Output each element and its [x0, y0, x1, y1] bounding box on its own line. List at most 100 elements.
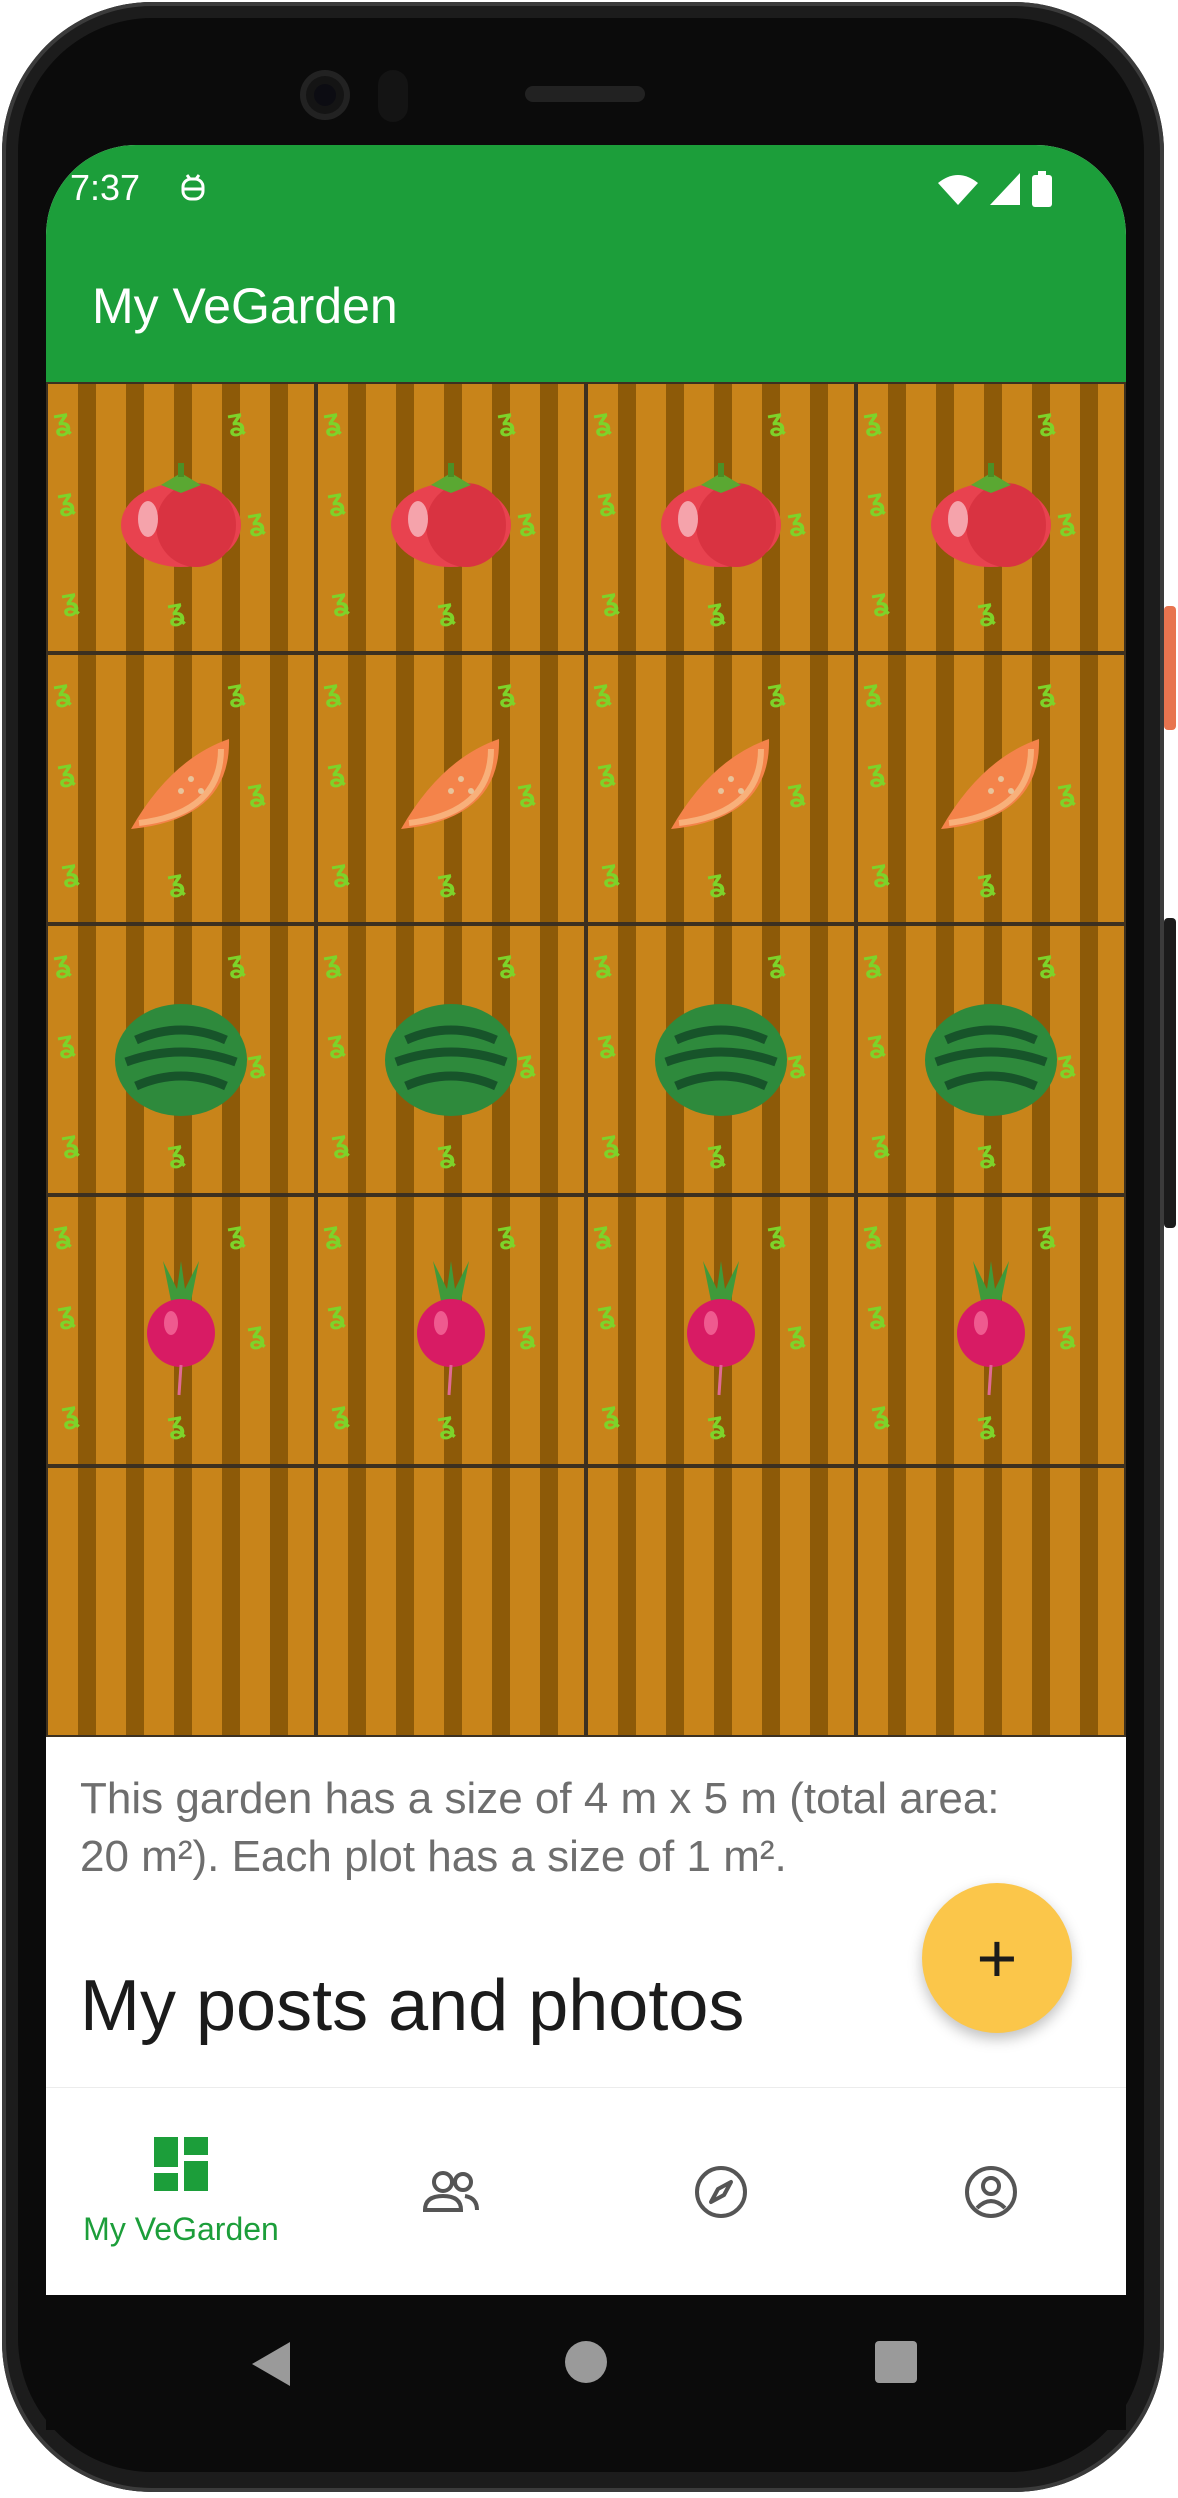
- proximity-sensor: [378, 70, 408, 122]
- status-time: 7:37: [70, 167, 141, 208]
- sprout-decoration: ʓ: [865, 753, 887, 790]
- radish-icon: [417, 1260, 485, 1395]
- sprout-decoration: ʓ: [865, 482, 887, 519]
- sprout-decoration: ʓ: [1055, 502, 1077, 539]
- sprout-decoration: ʓ: [321, 944, 343, 981]
- sprout-decoration: ʓ: [245, 502, 267, 539]
- sprout-decoration: ʓ: [165, 1134, 187, 1171]
- radish-icon: [957, 1260, 1025, 1395]
- sprout-decoration: ʓ: [435, 1134, 457, 1171]
- app-bar: 7:37 My VeGarden: [46, 145, 1126, 382]
- sprout-decoration: ʓ: [785, 502, 807, 539]
- sprout-decoration: ʓ: [591, 402, 613, 439]
- sprout-decoration: ʓ: [515, 502, 537, 539]
- sprout-decoration: ʓ: [225, 1215, 247, 1252]
- garden-plot-watermelon[interactable]: ʓʓʓʓʓʓ: [46, 924, 316, 1195]
- battery-icon: [1032, 171, 1052, 207]
- sprout-decoration: ʓ: [435, 592, 457, 629]
- garden-plot-melon[interactable]: ʓʓʓʓʓʓ: [46, 653, 316, 924]
- sprout-decoration: ʓ: [861, 402, 883, 439]
- sprout-decoration: ʓ: [495, 673, 517, 710]
- sprout-decoration: ʓ: [1055, 1315, 1077, 1352]
- sprout-decoration: ʓ: [59, 1395, 81, 1432]
- sprout-decoration: ʓ: [595, 1295, 617, 1332]
- add-fab-button[interactable]: +: [922, 1883, 1072, 2033]
- garden-plot-melon[interactable]: ʓʓʓʓʓʓ: [586, 653, 856, 924]
- sprout-decoration: ʓ: [329, 1395, 351, 1432]
- tomato-icon: [121, 462, 241, 567]
- garden-plot-empty[interactable]: [46, 1466, 316, 1737]
- sprout-decoration: ʓ: [321, 402, 343, 439]
- sprout-decoration: ʓ: [765, 1215, 787, 1252]
- sprout-decoration: ʓ: [325, 1295, 347, 1332]
- nav-item-explore[interactable]: [586, 2088, 856, 2295]
- sprout-decoration: ʓ: [705, 592, 727, 629]
- sprout-decoration: ʓ: [975, 1405, 997, 1442]
- garden-plot-radish[interactable]: ʓ ʓ ʓ ʓ ʓ ʓ: [316, 1195, 586, 1466]
- sprout-decoration: ʓ: [225, 402, 247, 439]
- sprout-decoration: ʓ: [59, 853, 81, 890]
- sprout-decoration: ʓ: [765, 673, 787, 710]
- watermelon-icon: [115, 1003, 247, 1116]
- sprout-decoration: ʓ: [51, 673, 73, 710]
- garden-plot-tomato[interactable]: ʓ ʓ ʓ ʓ ʓ ʓ: [46, 382, 316, 653]
- sprout-decoration: ʓ: [55, 1295, 77, 1332]
- watermelon-icon: [655, 1003, 787, 1116]
- sprout-decoration: ʓ: [975, 863, 997, 900]
- nav-item-my-vegarden[interactable]: My VeGarden: [46, 2088, 316, 2295]
- garden-plot-tomato[interactable]: ʓ ʓ ʓ ʓ ʓ ʓ: [316, 382, 586, 653]
- sprout-decoration: ʓ: [51, 402, 73, 439]
- sprout-decoration: ʓ: [165, 592, 187, 629]
- garden-plot-empty[interactable]: [316, 1466, 586, 1737]
- garden-grid[interactable]: ʓʓʓʓʓʓʓʓʓʓʓʓʓʓʓʓʓʓʓʓʓʓʓʓʓʓʓʓʓʓʓʓʓʓʓʓʓʓʓʓ…: [46, 382, 1126, 1737]
- power-button: [1164, 606, 1176, 730]
- sprout-decoration: ʓ: [1035, 673, 1057, 710]
- sprout-decoration: ʓ: [591, 944, 613, 981]
- melon-icon: [131, 738, 230, 829]
- posts-section-title: My posts and photos: [80, 1966, 745, 2046]
- earpiece-speaker: [525, 86, 645, 102]
- app-title: My VeGarden: [92, 278, 398, 334]
- dashboard-icon: [154, 2136, 208, 2191]
- status-icons: [938, 169, 1052, 209]
- nav-label-my-vegarden: My VeGarden: [83, 2210, 279, 2247]
- sprout-decoration: ʓ: [1035, 1215, 1057, 1252]
- sprout-decoration: ʓ: [869, 1395, 891, 1432]
- sprout-decoration: ʓ: [599, 582, 621, 619]
- sprout-decoration: ʓ: [865, 1295, 887, 1332]
- garden-plot-radish[interactable]: ʓ ʓ ʓ ʓ ʓ ʓ: [856, 1195, 1126, 1466]
- sprout-decoration: ʓ: [785, 1315, 807, 1352]
- garden-plot-empty[interactable]: [586, 1466, 856, 1737]
- nav-item-account[interactable]: [856, 2088, 1126, 2295]
- system-home-button[interactable]: [565, 2341, 607, 2383]
- garden-plot-radish[interactable]: ʓ ʓ ʓ ʓ ʓ ʓ: [46, 1195, 316, 1466]
- garden-plot-watermelon[interactable]: ʓʓʓʓʓʓ: [856, 924, 1126, 1195]
- sprout-decoration: ʓ: [51, 1215, 73, 1252]
- nav-item-community[interactable]: [316, 2088, 586, 2295]
- garden-plot-empty[interactable]: [856, 1466, 1126, 1737]
- sprout-decoration: ʓ: [975, 592, 997, 629]
- sprout-decoration: ʓ: [861, 944, 883, 981]
- volume-button: [1164, 918, 1176, 1228]
- garden-plot-tomato[interactable]: ʓ ʓ ʓ ʓ ʓ ʓ: [586, 382, 856, 653]
- system-recents-button[interactable]: [875, 2341, 917, 2383]
- sprout-decoration: ʓ: [245, 1315, 267, 1352]
- sprout-decoration: ʓ: [495, 1215, 517, 1252]
- android-debug-icon: [181, 174, 205, 201]
- sprout-decoration: ʓ: [599, 1395, 621, 1432]
- garden-plot-melon[interactable]: ʓʓʓʓʓʓ: [316, 653, 586, 924]
- system-back-button[interactable]: [252, 2342, 290, 2386]
- sprout-decoration: ʓ: [329, 853, 351, 890]
- sprout-decoration: ʓ: [321, 673, 343, 710]
- people-icon: [422, 2171, 479, 2212]
- sprout-decoration: ʓ: [865, 1024, 887, 1061]
- sprout-decoration: ʓ: [705, 1134, 727, 1171]
- garden-plot-watermelon[interactable]: ʓʓʓʓʓʓ: [316, 924, 586, 1195]
- garden-plot-watermelon[interactable]: ʓʓʓʓʓʓ: [586, 924, 856, 1195]
- garden-plot-melon[interactable]: ʓʓʓʓʓʓ: [856, 653, 1126, 924]
- watermelon-icon: [385, 1003, 517, 1116]
- sprout-decoration: ʓ: [599, 1124, 621, 1161]
- sprout-decoration: ʓ: [765, 944, 787, 981]
- garden-plot-radish[interactable]: ʓ ʓ ʓ ʓ ʓ ʓ: [586, 1195, 856, 1466]
- garden-plot-tomato[interactable]: ʓ ʓ ʓ ʓ ʓ ʓ: [856, 382, 1126, 653]
